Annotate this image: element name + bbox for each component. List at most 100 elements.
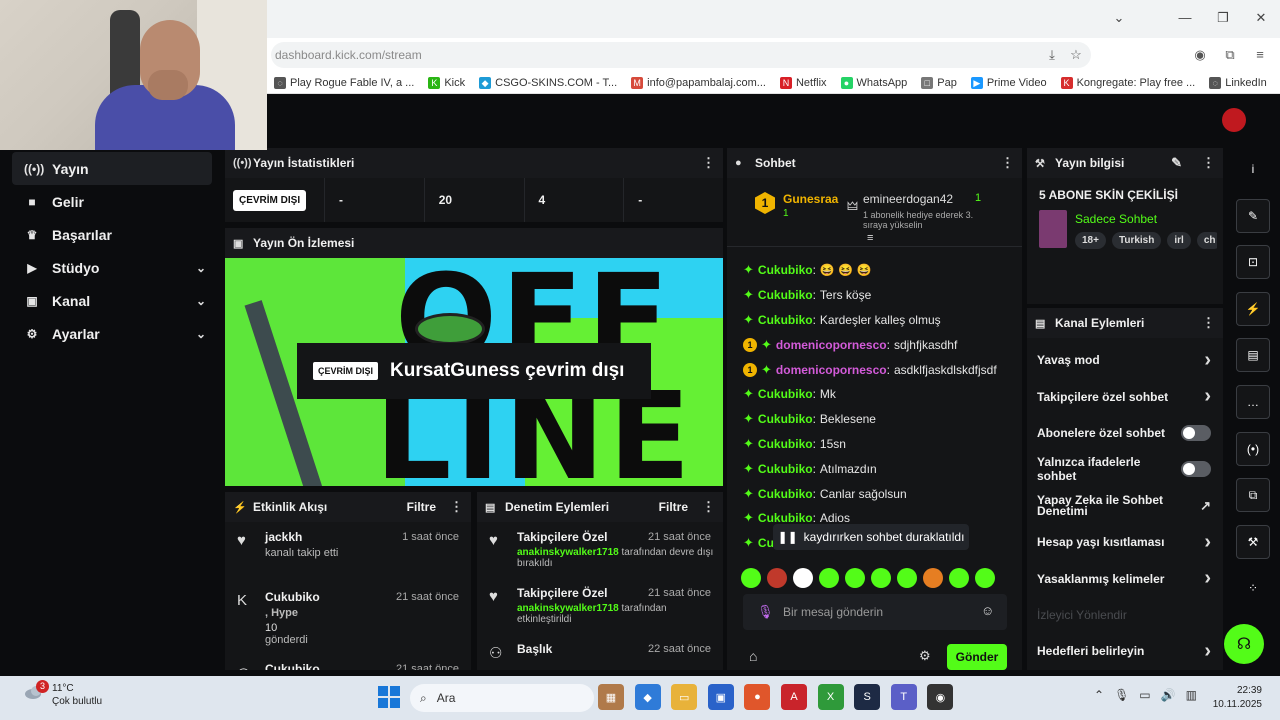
emote-icon[interactable]	[819, 568, 839, 588]
chat-icon[interactable]: …	[1236, 384, 1270, 419]
bookmark-item[interactable]: K Kick	[421, 76, 472, 89]
channel-action-row[interactable]: Abonelere özel sohbet	[1027, 415, 1223, 451]
edit-icon[interactable]: ✎	[1236, 198, 1270, 233]
channel-action-row[interactable]: Yavaş mod ›	[1027, 342, 1223, 378]
channel-action-row[interactable]: Takipçilere özel sohbet ›	[1027, 378, 1223, 414]
tab-search-icon[interactable]: ⌄	[1111, 10, 1127, 26]
sidebar-item[interactable]: ■ Gelir	[12, 185, 212, 218]
bookmark-item[interactable]: □ Pap	[914, 76, 964, 89]
sidebar-item[interactable]: ▣ Kanal ⌄	[12, 284, 212, 317]
sidebar-item[interactable]: ((•)) Yayın	[12, 152, 212, 185]
clock[interactable]: 22:39 10.11.2025	[1213, 684, 1262, 712]
browser-menu-icon[interactable]: ≡	[1251, 46, 1269, 64]
start-button[interactable]	[378, 686, 400, 708]
files-app-icon[interactable]: ▦	[598, 684, 624, 710]
volume-icon[interactable]: 🔊	[1161, 688, 1176, 702]
microphone-icon[interactable]: 🎙	[1114, 688, 1129, 702]
steam-icon[interactable]: S	[854, 684, 881, 710]
bookmark-item[interactable]: Minfo@papambalaj.com...	[624, 76, 773, 89]
stream-icon[interactable]: ⊡	[1236, 245, 1270, 280]
sidebar-item[interactable]: ▶ Stüdyo ⌄	[12, 251, 212, 284]
network-icon[interactable]: ▥	[1186, 688, 1197, 702]
chat-username[interactable]: Cukubiko	[758, 313, 813, 327]
chat-username[interactable]: Cukubiko	[758, 263, 813, 277]
chevron-up-icon[interactable]: ⌃	[1094, 688, 1104, 702]
chat-username[interactable]: domenicopornesco	[776, 338, 887, 352]
lightning-icon[interactable]: ⚡	[1236, 291, 1270, 326]
gifter-name[interactable]: emineerdogan42	[863, 192, 953, 206]
broadcast-icon[interactable]: (•)	[1236, 431, 1270, 466]
address-bar[interactable]: dashboard.kick.com/stream	[271, 42, 1091, 68]
moderation-filter-button[interactable]: Filtre	[659, 500, 688, 514]
sidebar-item[interactable]: ⚙ Ayarlar ⌄	[12, 317, 212, 350]
explorer-icon[interactable]: ▭	[671, 684, 698, 710]
moderator-name[interactable]: anakinskywalker1718	[517, 547, 619, 558]
store-icon[interactable]: ▣	[707, 684, 734, 710]
chat-username[interactable]: Cukubiko	[758, 387, 813, 401]
close-icon[interactable]: ✕	[1253, 10, 1269, 26]
chat-username[interactable]: Cu	[758, 536, 774, 550]
apps-icon[interactable]: ⁘	[1236, 571, 1270, 605]
emote-icon[interactable]	[897, 568, 917, 588]
game-icon[interactable]: ◉	[927, 684, 954, 710]
emote-icon[interactable]	[741, 568, 761, 588]
xbox-icon[interactable]: X	[817, 684, 844, 710]
channel-avatar[interactable]	[1222, 108, 1246, 132]
chat-username[interactable]: Cukubiko	[758, 412, 813, 426]
moderator-name[interactable]: anakinskywalker1718	[517, 603, 619, 614]
bookmark-item[interactable]: ◌ LinkedIn	[1202, 76, 1274, 89]
chat-username[interactable]: Cukubiko	[758, 288, 813, 302]
stream-tag[interactable]: 18+	[1075, 232, 1106, 249]
stream-tag[interactable]: Turkish	[1111, 232, 1162, 249]
chat-input[interactable]: Bir mesaj gönderin	[743, 594, 1007, 630]
chat-username[interactable]: Cukubiko	[758, 487, 813, 501]
channel-action-row[interactable]: Yasaklanmış kelimeler ›	[1027, 560, 1223, 596]
activity-menu-icon[interactable]: ⋮	[450, 499, 463, 515]
emoji-icon[interactable]: ☺	[981, 603, 994, 618]
bookmarks-more-button[interactable]: »	[1274, 77, 1280, 89]
maximize-icon[interactable]: ❐	[1215, 10, 1231, 26]
toggle-switch[interactable]	[1181, 461, 1211, 478]
sidebar-item[interactable]: ♛ Başarılar	[12, 218, 212, 251]
emote-icon[interactable]	[871, 568, 891, 588]
bookmark-item[interactable]: ◌ Play Rogue Fable IV, a ...	[267, 76, 421, 89]
channel-action-row[interactable]: Yapay Zeka ile Sohbet Denetimi ↗	[1027, 488, 1223, 524]
activity-filter-button[interactable]: Filtre	[407, 500, 436, 514]
microphone-icon[interactable]: 🎙	[757, 604, 774, 620]
info-icon[interactable]: i	[1236, 152, 1270, 186]
chat-username[interactable]: Cukubiko	[758, 462, 813, 476]
weather-widget[interactable]: 3 11°C Çok bulutlu	[24, 680, 102, 708]
copilot-icon[interactable]: ◆	[634, 684, 661, 710]
chat-username[interactable]: domenicopornesco	[776, 363, 887, 377]
chat-username[interactable]: Cukubiko	[758, 437, 813, 451]
bookmark-item[interactable]: ◆ CSGO-SKINS.COM - T...	[472, 76, 624, 89]
emote-icon[interactable]	[949, 568, 969, 588]
category-thumbnail[interactable]	[1039, 210, 1067, 248]
bookmark-item[interactable]: K Kongregate: Play free ...	[1054, 76, 1203, 89]
stream-preview-image[interactable]: OFF LINE ÇEVRİM DIŞI KursatGuness çevrim…	[225, 258, 723, 486]
firefox-icon[interactable]: ●	[744, 684, 771, 710]
stream-category[interactable]: Sadece Sohbet	[1075, 212, 1157, 226]
moderation-menu-icon[interactable]: ⋮	[702, 499, 715, 515]
minimize-icon[interactable]: —	[1177, 10, 1193, 26]
profile-icon[interactable]: ◉	[1191, 46, 1209, 64]
bookmark-star-icon[interactable]: ☆	[1067, 46, 1085, 64]
leader-name[interactable]: Gunesraa	[783, 192, 838, 206]
support-headset-icon[interactable]: ☊	[1224, 624, 1264, 664]
taskbar-search[interactable]: ⌕ Ara	[410, 684, 594, 712]
stream-tag[interactable]: irl	[1167, 232, 1191, 249]
channel-action-row[interactable]: Hesap yaşı kısıtlaması ›	[1027, 524, 1223, 560]
stats-menu-icon[interactable]: ⋮	[702, 155, 715, 171]
emote-icon[interactable]	[793, 568, 813, 588]
store-icon[interactable]: ⌂	[749, 648, 757, 664]
channel-action-row[interactable]: Hedefleri belirleyin ›	[1027, 633, 1223, 669]
teams-icon[interactable]: T	[890, 684, 917, 710]
send-button[interactable]: Gönder	[947, 644, 1007, 670]
emote-icon[interactable]	[845, 568, 865, 588]
toggle-switch[interactable]	[1181, 424, 1211, 441]
channel-actions-menu-icon[interactable]: ⋮	[1202, 315, 1215, 331]
wrench-icon[interactable]: ⚒	[1236, 524, 1270, 559]
chat-menu-icon[interactable]: ⋮	[1001, 155, 1014, 171]
channel-action-row[interactable]: Yalnızca ifadelerle sohbet	[1027, 451, 1223, 487]
bookmark-item[interactable]: ● WhatsApp	[834, 76, 915, 89]
